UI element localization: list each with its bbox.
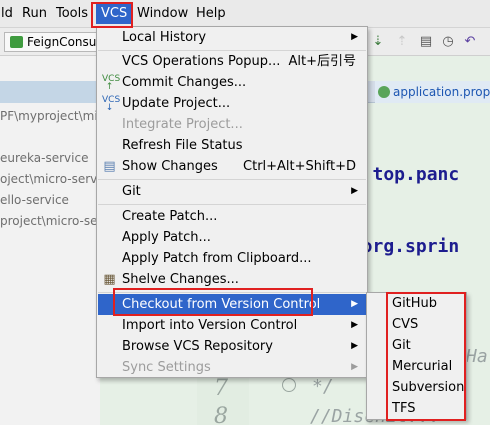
- highlight-vcs-menu: [91, 2, 133, 28]
- menu-item-label: Git: [122, 184, 141, 199]
- menu-item-git[interactable]: Git ▶: [98, 181, 366, 202]
- menu-tools[interactable]: Tools: [51, 4, 93, 24]
- spring-leaf-icon: [378, 86, 390, 98]
- menu-item-sync-settings: Sync Settings ▶: [98, 357, 366, 378]
- line-number: 7: [214, 376, 228, 401]
- menu-item-label: Sync Settings: [122, 360, 211, 375]
- menu-item-label: Show Changes: [122, 159, 218, 174]
- menu-item-shortcut: Ctrl+Alt+Shift+D: [243, 159, 356, 174]
- submenu-arrow-icon: ▶: [351, 341, 358, 351]
- history-icon[interactable]: ◷: [440, 34, 456, 50]
- menu-item-label: Local History: [122, 30, 207, 45]
- run-config-icon: [10, 36, 23, 48]
- menu-item-label: Commit Changes...: [122, 75, 247, 90]
- menu-item-label: Apply Patch from Clipboard...: [122, 251, 312, 266]
- menu-item-browse-vcs-repository[interactable]: Browse VCS Repository ▶: [98, 336, 366, 357]
- menu-item-label: Shelve Changes...: [122, 272, 239, 287]
- menu-item-shortcut: Alt+后引号: [288, 54, 357, 69]
- submenu-arrow-icon: ▶: [351, 186, 358, 196]
- menu-item-label: VCS Operations Popup...: [122, 54, 281, 69]
- submenu-arrow-icon: ▶: [351, 362, 358, 372]
- highlight-checkout-item: [113, 288, 313, 316]
- project-tree-item[interactable]: eureka-service: [0, 151, 88, 165]
- menu-tools-label: Tools: [56, 6, 89, 21]
- menu-window-label: Window: [137, 6, 189, 21]
- project-tree-item[interactable]: project\micro-se: [0, 214, 98, 228]
- menu-item-import-into-vcs[interactable]: Import into Version Control ▶: [98, 315, 366, 336]
- run-configuration-select[interactable]: FeignConsumer: [4, 32, 104, 52]
- menu-build-label: ld: [1, 6, 13, 21]
- highlight-checkout-submenu: [386, 292, 466, 421]
- menu-item-label: Integrate Project...: [122, 117, 243, 132]
- menu-separator: [98, 179, 366, 180]
- menu-item-update-project[interactable]: VCS ↓ Update Project...: [98, 93, 366, 114]
- menu-item-label: Browse VCS Repository: [122, 339, 273, 354]
- menu-item-label: Refresh File Status: [122, 138, 243, 153]
- menu-item-integrate-project: Integrate Project...: [98, 114, 366, 135]
- vcs-commit-icon: VCS ↑: [102, 74, 121, 92]
- code-line-comment-partial: Ha: [466, 346, 488, 367]
- menu-help-label: Help: [196, 6, 226, 21]
- editor-tab-application-properties[interactable]: application.properties: [375, 81, 490, 103]
- code-line-comment-end: */: [312, 376, 334, 397]
- vcs-update-icon: VCS ↓: [102, 95, 121, 113]
- menu-help[interactable]: Help: [191, 4, 231, 24]
- menu-item-show-changes[interactable]: ▤ Show Changes Ctrl+Alt+Shift+D: [98, 156, 366, 177]
- menu-item-label: Update Project...: [122, 96, 231, 111]
- menu-separator: [98, 204, 366, 205]
- menu-item-create-patch[interactable]: Create Patch...: [98, 206, 366, 227]
- editor-tab-label: application.properties: [393, 85, 490, 99]
- menu-window[interactable]: Window: [132, 4, 193, 24]
- vcs-commit-icon[interactable]: ⇡: [394, 34, 410, 50]
- project-panel-header: [0, 81, 100, 103]
- submenu-arrow-icon: ▶: [351, 320, 358, 330]
- changes-icon: ▤: [103, 159, 116, 174]
- fold-marker-icon[interactable]: [282, 378, 296, 392]
- project-tree-item[interactable]: ello-service: [0, 193, 69, 207]
- project-tree-item[interactable]: oject\micro-servic: [0, 172, 107, 186]
- menu-run-label: Run: [22, 6, 47, 21]
- shelve-icon: ▦: [103, 272, 116, 287]
- vcs-menu: Local History ▶ VCS Operations Popup... …: [96, 26, 368, 378]
- menu-item-label: Import into Version Control: [122, 318, 298, 333]
- menu-item-refresh-file-status[interactable]: Refresh File Status: [98, 135, 366, 156]
- submenu-arrow-icon: ▶: [351, 32, 358, 42]
- line-number: 8: [214, 404, 228, 425]
- compare-icon[interactable]: ▤: [418, 34, 434, 50]
- submenu-arrow-icon: ▶: [351, 299, 358, 309]
- menu-item-vcs-operations-popup[interactable]: VCS Operations Popup... Alt+后引号: [98, 51, 366, 72]
- menu-item-shelve-changes[interactable]: ▦ Shelve Changes...: [98, 269, 366, 290]
- revert-icon[interactable]: ↶: [462, 34, 478, 50]
- run-configuration-label: FeignConsumer: [27, 35, 103, 49]
- menu-run[interactable]: Run: [17, 4, 52, 24]
- menu-item-label: Apply Patch...: [122, 230, 211, 245]
- menu-item-label: Create Patch...: [122, 209, 218, 224]
- vcs-update-icon[interactable]: ⇣: [370, 34, 386, 50]
- menu-bar: ld Run Tools VCS Window Help: [0, 0, 490, 28]
- menu-item-local-history[interactable]: Local History ▶: [98, 27, 366, 48]
- menu-item-apply-patch-clipboard[interactable]: Apply Patch from Clipboard...: [98, 248, 366, 269]
- menu-item-commit-changes[interactable]: VCS ↑ Commit Changes...: [98, 72, 366, 93]
- menu-build[interactable]: ld: [0, 4, 18, 24]
- menu-item-apply-patch[interactable]: Apply Patch...: [98, 227, 366, 248]
